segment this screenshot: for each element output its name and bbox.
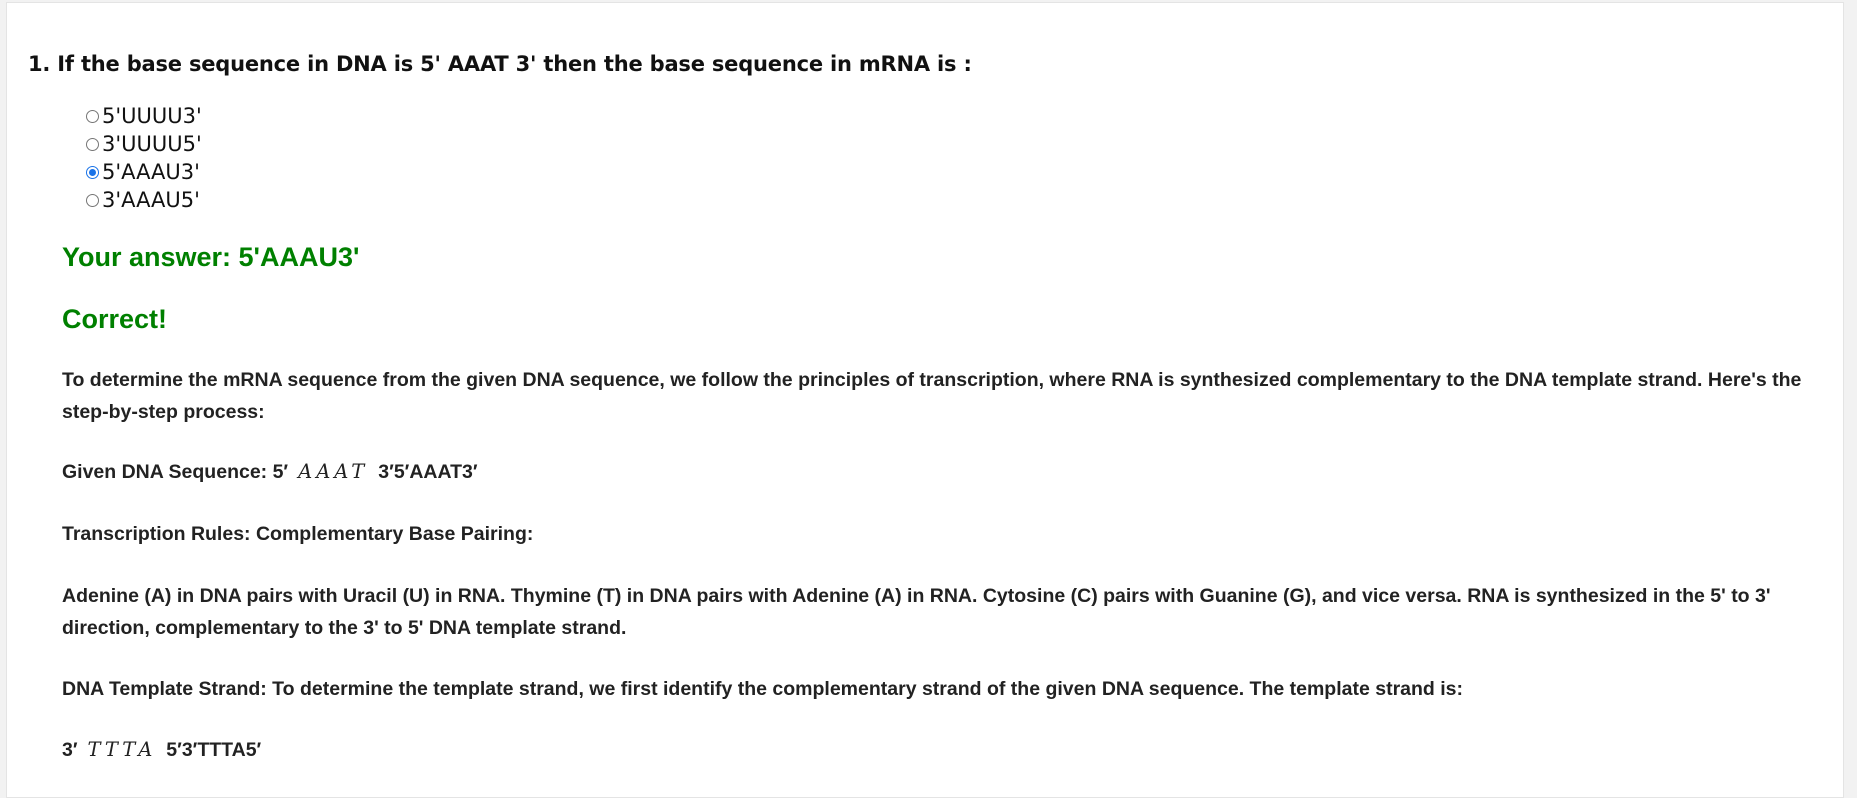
option-3[interactable]: 5'AAAU3'	[86, 158, 202, 186]
explanation-intro: To determine the mRNA sequence from the …	[62, 369, 1802, 423]
template-strand-sequence: 3′ TTTA 5′3′TTTA5′	[62, 734, 1802, 766]
template-suffix: 5′3′TTTA5′	[166, 739, 262, 761]
given-suffix: 3′5′AAAT3′	[378, 461, 478, 483]
template-math-sequence: TTTA	[87, 738, 157, 761]
radio-button[interactable]	[86, 193, 99, 207]
transcription-rules-detail: Adenine (A) in DNA pairs with Uracil (U)…	[62, 585, 1771, 639]
correct-verdict: Correct!	[62, 304, 168, 334]
option-1[interactable]: 5'UUUU3'	[86, 102, 202, 130]
radio-button-selected[interactable]	[86, 165, 99, 179]
question-text: 1. If the base sequence in DNA is 5' AAA…	[28, 52, 972, 76]
transcription-rules-heading: Transcription Rules: Complementary Base …	[62, 523, 534, 545]
given-prefix: Given DNA Sequence: 5′	[62, 461, 289, 483]
radio-button[interactable]	[86, 109, 99, 123]
answer-options: 5'UUUU3' 3'UUUU5' 5'AAAU3' 3'AAAU5'	[86, 102, 202, 214]
your-answer-text: Your answer: 5'AAAU3'	[62, 242, 360, 272]
given-dna-sequence: Given DNA Sequence: 5′ AAAT 3′5′AAAT3′	[62, 456, 1802, 488]
given-math-sequence: AAAT	[298, 460, 369, 483]
option-4[interactable]: 3'AAAU5'	[86, 186, 202, 214]
template-prefix: 3′	[62, 739, 78, 761]
radio-button[interactable]	[86, 137, 99, 151]
option-label: 5'UUUU3'	[102, 104, 202, 128]
option-2[interactable]: 3'UUUU5'	[86, 130, 202, 158]
option-label: 5'AAAU3'	[102, 160, 200, 184]
option-label: 3'AAAU5'	[102, 188, 200, 212]
template-strand-paragraph: DNA Template Strand: To determine the te…	[62, 678, 1464, 700]
option-label: 3'UUUU5'	[102, 132, 202, 156]
